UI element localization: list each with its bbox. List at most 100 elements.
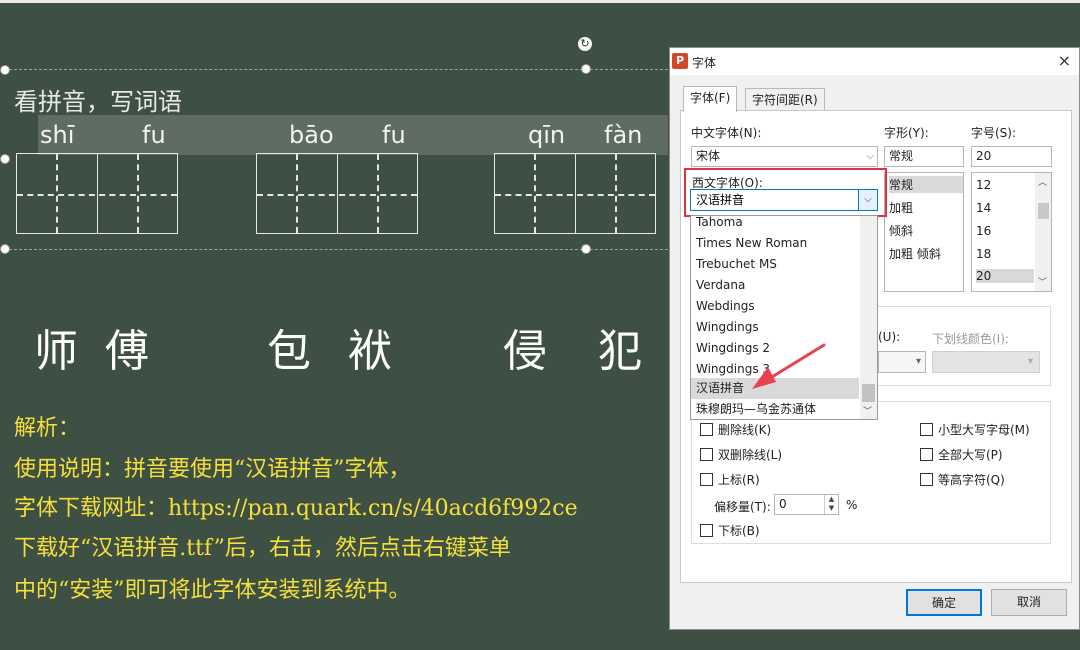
- font-option[interactable]: Wingdings: [691, 317, 859, 338]
- offset-value: 0: [779, 497, 787, 511]
- font-option[interactable]: 珠穆朗玛—乌金苏通体: [691, 399, 859, 419]
- resize-handle[interactable]: [0, 65, 10, 75]
- chevron-down-icon: ⌵: [866, 151, 874, 162]
- subscript-checkbox[interactable]: 下标(B): [700, 522, 760, 539]
- pinyin-syllable: qīn: [528, 121, 566, 149]
- resize-handle[interactable]: [581, 64, 591, 74]
- spinner-arrows-icon[interactable]: ▲ ▼: [824, 495, 838, 514]
- underline-style-label: (U):: [878, 330, 901, 344]
- answer-character: 袱: [348, 326, 392, 377]
- effects-group: 删除线(K) 双删除线(L) 上标(R) 偏移量(T): 0 ▲ ▼ % 下标(B…: [691, 401, 1051, 544]
- chevron-down-icon: ▾: [1027, 356, 1033, 367]
- size-option[interactable]: 16: [976, 224, 991, 238]
- font-option[interactable]: Times New Roman: [691, 233, 859, 254]
- writing-grid: [494, 153, 656, 234]
- writing-grid: [16, 153, 178, 234]
- answer-character: 包: [267, 326, 311, 377]
- scroll-down-icon[interactable]: ﹀: [863, 404, 872, 417]
- tab-spacing[interactable]: 字符间距(R): [745, 88, 825, 111]
- selection-frame-top: [4, 69, 668, 70]
- ok-button[interactable]: 确定: [906, 589, 982, 616]
- style-option[interactable]: 常规: [889, 176, 963, 193]
- size-list-scrollbar[interactable]: ︿ ﹀: [1035, 173, 1051, 291]
- underline-color-select[interactable]: ▾: [932, 351, 1040, 373]
- note-line: 使用说明：拼音要使用“汉语拼音”字体，: [14, 457, 411, 482]
- font-option[interactable]: Tahoma: [691, 216, 859, 233]
- strikethrough-checkbox[interactable]: 删除线(K): [700, 421, 771, 438]
- wps-app-icon: P: [672, 53, 688, 69]
- cn-font-select[interactable]: 宋体 ⌵: [691, 146, 878, 167]
- size-label: 字号(S):: [971, 126, 1017, 140]
- top-bar: [0, 0, 1080, 3]
- offset-label: 偏移量(T):: [714, 500, 771, 514]
- size-option[interactable]: 18: [976, 247, 991, 261]
- size-option[interactable]: 14: [976, 201, 991, 215]
- cn-font-label: 中文字体(N):: [691, 126, 762, 140]
- cancel-button[interactable]: 取消: [991, 589, 1067, 616]
- highlight-box: [684, 168, 887, 217]
- scroll-down-icon[interactable]: ﹀: [1038, 275, 1047, 288]
- answer-character: 师: [34, 326, 78, 377]
- selection-frame-bottom: [4, 249, 668, 250]
- double-strike-label: 双删除线(L): [718, 448, 783, 462]
- style-option[interactable]: 倾斜: [889, 222, 913, 239]
- size-option[interactable]: 12: [976, 178, 991, 192]
- style-option[interactable]: 加粗 倾斜: [889, 245, 941, 262]
- pinyin-syllable: fu: [142, 121, 166, 149]
- style-label: 字形(Y):: [884, 126, 929, 140]
- font-option[interactable]: Verdana: [691, 275, 859, 296]
- subscript-label: 下标(B): [718, 524, 760, 538]
- resize-handle[interactable]: [581, 244, 591, 254]
- pinyin-highlight-band: [38, 115, 668, 155]
- tab-font[interactable]: 字体(F): [683, 86, 738, 112]
- pinyin-syllable: shī: [40, 121, 75, 149]
- small-caps-checkbox[interactable]: 小型大写字母(M): [920, 421, 1030, 438]
- style-value: 常规: [889, 149, 914, 163]
- equal-height-label: 等高字符(Q): [938, 473, 1005, 487]
- offset-spinner[interactable]: 0 ▲ ▼: [774, 494, 839, 515]
- answer-character: 犯: [598, 326, 642, 377]
- pinyin-syllable: bāo: [289, 121, 334, 149]
- dropdown-scrollbar[interactable]: ﹀: [860, 216, 877, 419]
- west-font-dropdown[interactable]: Tahoma Times New Roman Trebuchet MS Verd…: [690, 215, 878, 420]
- note-line: 下载好“汉语拼音.ttf”后，右击，然后点击右键菜单: [14, 536, 511, 561]
- rotate-handle-icon[interactable]: ↻: [578, 37, 592, 51]
- note-line: 字体下载网址：https://pan.quark.cn/s/40acd6f992…: [14, 496, 578, 521]
- pinyin-syllable: fu: [382, 121, 406, 149]
- close-icon[interactable]: ×: [1058, 51, 1071, 70]
- answer-character: 侵: [503, 326, 547, 377]
- note-line: 中的“安装”即可将此字体安装到系统中。: [14, 578, 411, 603]
- answer-character: 傅: [105, 326, 149, 377]
- note-line: 解析：: [14, 416, 81, 441]
- chevron-down-icon: ▾: [915, 356, 921, 367]
- all-caps-label: 全部大写(P): [938, 448, 1003, 462]
- underline-style-select[interactable]: ▾: [878, 351, 926, 373]
- double-strike-checkbox[interactable]: 双删除线(L): [700, 446, 782, 463]
- dialog-titlebar[interactable]: P 字体 ×: [670, 48, 1079, 75]
- resize-handle[interactable]: [0, 154, 10, 164]
- font-option[interactable]: Wingdings 2: [691, 338, 859, 359]
- font-option-selected[interactable]: 汉语拼音: [691, 378, 859, 399]
- pinyin-syllable: fàn: [604, 121, 643, 149]
- scroll-thumb[interactable]: [1038, 203, 1049, 219]
- offset-unit: %: [846, 498, 858, 512]
- size-value: 20: [976, 149, 992, 163]
- strikethrough-label: 删除线(K): [718, 423, 772, 437]
- equal-height-checkbox[interactable]: 等高字符(Q): [920, 471, 1005, 488]
- superscript-checkbox[interactable]: 上标(R): [700, 471, 760, 488]
- size-list[interactable]: 12 14 16 18 20 ︿ ﹀: [971, 172, 1052, 292]
- scroll-up-icon[interactable]: ︿: [1038, 175, 1047, 188]
- all-caps-checkbox[interactable]: 全部大写(P): [920, 446, 1003, 463]
- scroll-thumb[interactable]: [862, 384, 875, 402]
- cn-font-value: 宋体: [696, 149, 721, 163]
- font-option[interactable]: Wingdings 3: [691, 359, 859, 380]
- style-option[interactable]: 加粗: [889, 199, 913, 216]
- font-option[interactable]: Webdings: [691, 296, 859, 317]
- size-option[interactable]: 20: [976, 269, 1034, 283]
- size-input[interactable]: 20: [971, 146, 1052, 167]
- resize-handle[interactable]: [0, 244, 10, 254]
- font-option[interactable]: Trebuchet MS: [691, 254, 859, 275]
- writing-grid: [256, 153, 418, 234]
- style-list[interactable]: 常规 加粗 倾斜 加粗 倾斜: [884, 172, 964, 292]
- style-input[interactable]: 常规: [884, 146, 964, 167]
